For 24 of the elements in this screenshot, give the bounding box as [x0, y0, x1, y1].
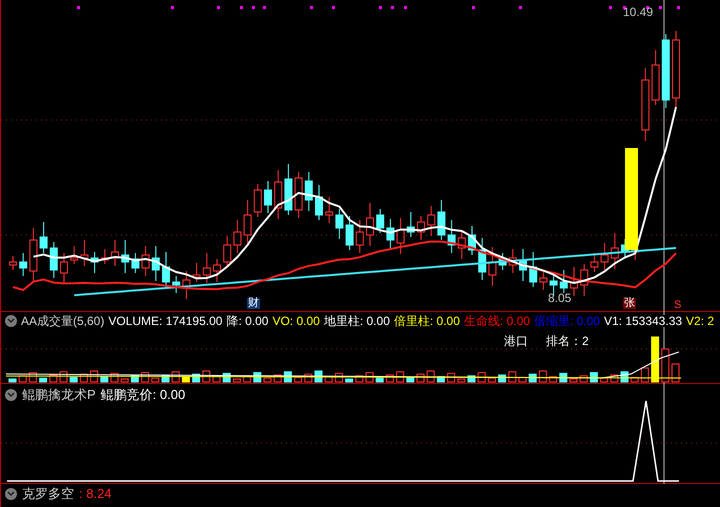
- indicator-value: 倍缩里: 0.00: [534, 315, 600, 327]
- indicator-value: 鲲鹏竞价: 0.00: [100, 388, 186, 401]
- indicator-value: VOLUME: 174195.00: [108, 315, 222, 327]
- chart-marker: 张: [623, 298, 636, 309]
- indicator-value: VO: 0.00: [272, 315, 320, 327]
- rank-label: 排名：2: [546, 335, 589, 347]
- indicator-value: 地里柱: 0.00: [324, 315, 390, 327]
- collapse-toggle-icon[interactable]: [5, 315, 17, 327]
- indicator-value: V1: 153343.33: [604, 315, 682, 327]
- indicator-value: : 8.24: [79, 487, 112, 500]
- high-price-label: 10.49: [623, 6, 654, 18]
- indicator-title: AA成交量(5,60): [21, 315, 104, 327]
- chart-marker: S: [673, 300, 682, 311]
- indicator-title: 克罗多空: [22, 487, 74, 500]
- indicator-value: 生命线: 0.00: [464, 315, 530, 327]
- indicator-value: V2: 2: [686, 315, 714, 327]
- collapse-toggle-icon[interactable]: [5, 388, 17, 400]
- indicator-value: 降: 0.00: [226, 315, 268, 327]
- sector-label: 港口: [504, 335, 528, 347]
- chart-marker: 财: [247, 298, 260, 309]
- indicator-title: 鲲鹏擒龙术P: [22, 388, 96, 401]
- low-price-label: 8.05: [548, 292, 572, 304]
- collapse-toggle-icon[interactable]: [5, 488, 17, 500]
- indicator-value: 倍里柱: 0.00: [394, 315, 460, 327]
